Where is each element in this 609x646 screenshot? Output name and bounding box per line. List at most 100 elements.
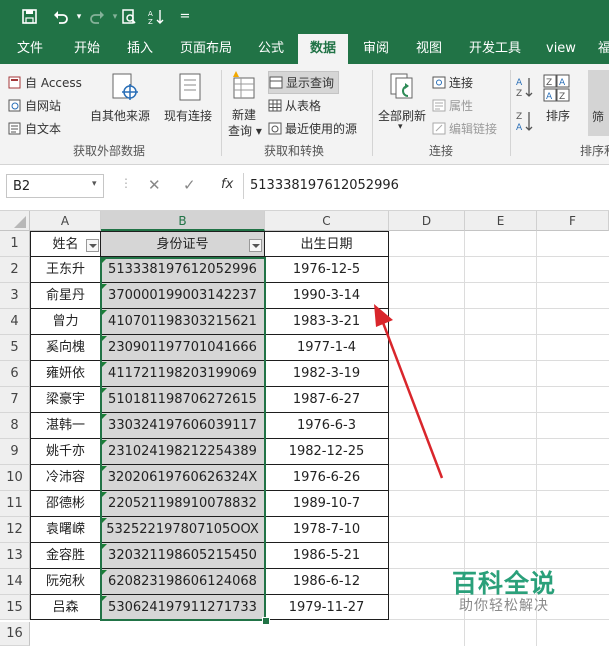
refresh-all-dropdown-icon[interactable]: ▾ (398, 122, 403, 132)
column-header-b[interactable]: B (101, 211, 265, 231)
cell-id[interactable]: 510181198706272615 (101, 387, 265, 413)
header-cell-name[interactable]: 姓名 (30, 231, 101, 257)
connections-button[interactable]: 连接 (432, 74, 473, 91)
cell-name[interactable]: 金容胜 (30, 543, 101, 569)
row-header[interactable]: 14 (0, 569, 30, 595)
existing-connections-button[interactable]: 现有连接 (164, 107, 212, 124)
cell-id[interactable]: 513338197612052996 (101, 257, 265, 283)
row-header[interactable]: 6 (0, 361, 30, 387)
from-text-button[interactable]: 自文本 (8, 120, 61, 137)
new-query-button[interactable]: 查询 ▾ (228, 122, 262, 139)
sort-ascending-icon[interactable]: AZ (516, 76, 534, 103)
filter-dropdown-icon[interactable] (249, 239, 262, 252)
cancel-icon[interactable]: ✕ (148, 176, 161, 194)
column-header-e[interactable]: E (465, 211, 537, 231)
tab-insert[interactable]: 插入 (127, 34, 153, 64)
edit-links-button[interactable]: 编辑链接 (432, 120, 497, 137)
recent-sources-button[interactable]: 最近使用的源 (268, 120, 357, 137)
select-all-corner[interactable] (0, 211, 30, 231)
formula-input[interactable]: 513338197612052996 (250, 174, 609, 198)
cell-name[interactable]: 冷沛容 (30, 465, 101, 491)
column-header-a[interactable]: A (30, 211, 101, 231)
tab-review[interactable]: 审阅 (363, 34, 389, 64)
tab-developer[interactable]: 开发工具 (469, 34, 521, 64)
filter-button[interactable]: 筛 (588, 70, 609, 136)
cell-id[interactable]: 530624197911271733 (101, 595, 265, 620)
cell-name[interactable]: 奚向槐 (30, 335, 101, 361)
column-header-f[interactable]: F (537, 211, 609, 231)
cell-id[interactable]: 411721198203199069 (101, 361, 265, 387)
sort-descending-icon[interactable]: ZA (516, 110, 534, 137)
tab-data[interactable]: 数据 (298, 34, 348, 64)
fill-handle[interactable] (262, 617, 270, 625)
cell-id[interactable]: 370000199003142237 (101, 283, 265, 309)
formula-bar-drag-handle[interactable]: ⋮ (120, 176, 132, 190)
tab-file[interactable]: 文件 (17, 34, 43, 64)
cell-name[interactable]: 俞星丹 (30, 283, 101, 309)
from-access-button[interactable]: 自 Access (8, 74, 82, 91)
cell-name[interactable]: 雍妍依 (30, 361, 101, 387)
row-header[interactable]: 10 (0, 465, 30, 491)
row-header-1[interactable]: 1 (0, 231, 30, 257)
cell-name[interactable]: 梁豪宇 (30, 387, 101, 413)
enter-icon[interactable]: ✓ (183, 176, 196, 194)
new-query-label-1[interactable]: 新建 (232, 106, 256, 123)
cell-name[interactable]: 邵德彬 (30, 491, 101, 517)
row-header-16[interactable]: 16 (0, 622, 30, 646)
name-box-dropdown-icon[interactable]: ▾ (92, 179, 97, 189)
from-web-button[interactable]: 自网站 (8, 97, 61, 114)
row-header[interactable]: 4 (0, 309, 30, 335)
row-header[interactable]: 5 (0, 335, 30, 361)
tab-fu[interactable]: 福 (598, 34, 609, 64)
row-header[interactable]: 13 (0, 543, 30, 569)
row-header[interactable]: 3 (0, 283, 30, 309)
row-header[interactable]: 15 (0, 595, 30, 620)
tab-view-en[interactable]: view (546, 34, 576, 64)
cell-birth[interactable]: 1976-12-5 (265, 257, 389, 283)
header-cell-id[interactable]: 身份证号 (101, 231, 265, 257)
cell-id[interactable]: 32020619760626324X (101, 465, 265, 491)
column-header-c[interactable]: C (265, 211, 389, 231)
cell-id[interactable]: 231024198212254389 (101, 439, 265, 465)
row-header[interactable]: 12 (0, 517, 30, 543)
insert-function-icon[interactable]: fx (221, 177, 233, 192)
cell-birth[interactable]: 1986-5-21 (265, 543, 389, 569)
save-icon[interactable] (18, 6, 40, 28)
cell-birth[interactable]: 1979-11-27 (265, 595, 389, 620)
cell-id[interactable]: 220521198910078832 (101, 491, 265, 517)
row-header[interactable]: 7 (0, 387, 30, 413)
print-preview-icon[interactable] (118, 6, 140, 28)
customize-quick-access-button[interactable]: = (174, 6, 196, 28)
cell-id[interactable]: 532522197807105OOX (101, 517, 265, 543)
name-box[interactable]: B2 (6, 174, 104, 198)
cell-name[interactable]: 曾力 (30, 309, 101, 335)
filter-dropdown-icon[interactable] (86, 239, 99, 252)
cell-id[interactable]: 320321198605215450 (101, 543, 265, 569)
cell-name[interactable]: 袁曙嵘 (30, 517, 101, 543)
row-header[interactable]: 8 (0, 413, 30, 439)
tab-page-layout[interactable]: 页面布局 (180, 34, 232, 64)
cell-name[interactable]: 姚千亦 (30, 439, 101, 465)
column-header-d[interactable]: D (389, 211, 465, 231)
cell-name[interactable]: 吕森 (30, 595, 101, 620)
cell-id[interactable]: 410701198303215621 (101, 309, 265, 335)
sort-button[interactable]: 排序 (546, 107, 570, 124)
cell-birth[interactable]: 1978-7-10 (265, 517, 389, 543)
cell-birth[interactable]: 1986-6-12 (265, 569, 389, 595)
row-header[interactable]: 2 (0, 257, 30, 283)
cell-name[interactable]: 湛韩一 (30, 413, 101, 439)
sort-az-quick-icon[interactable]: AZ (146, 6, 168, 28)
from-other-sources-button[interactable]: 自其他来源 (90, 107, 150, 124)
cell-birth[interactable]: 1989-10-7 (265, 491, 389, 517)
header-cell-birth[interactable]: 出生日期 (265, 231, 389, 257)
cell-id[interactable]: 620823198606124068 (101, 569, 265, 595)
row-header[interactable]: 9 (0, 439, 30, 465)
cell-id[interactable]: 330324197606039117 (101, 413, 265, 439)
from-table-button[interactable]: 从表格 (268, 97, 321, 114)
properties-button[interactable]: 属性 (432, 97, 473, 114)
cell-id[interactable]: 230901197701041666 (101, 335, 265, 361)
tab-home[interactable]: 开始 (74, 34, 100, 64)
row-header[interactable]: 11 (0, 491, 30, 517)
tab-formulas[interactable]: 公式 (258, 34, 284, 64)
show-queries-button[interactable]: 显示查询 (268, 71, 340, 94)
